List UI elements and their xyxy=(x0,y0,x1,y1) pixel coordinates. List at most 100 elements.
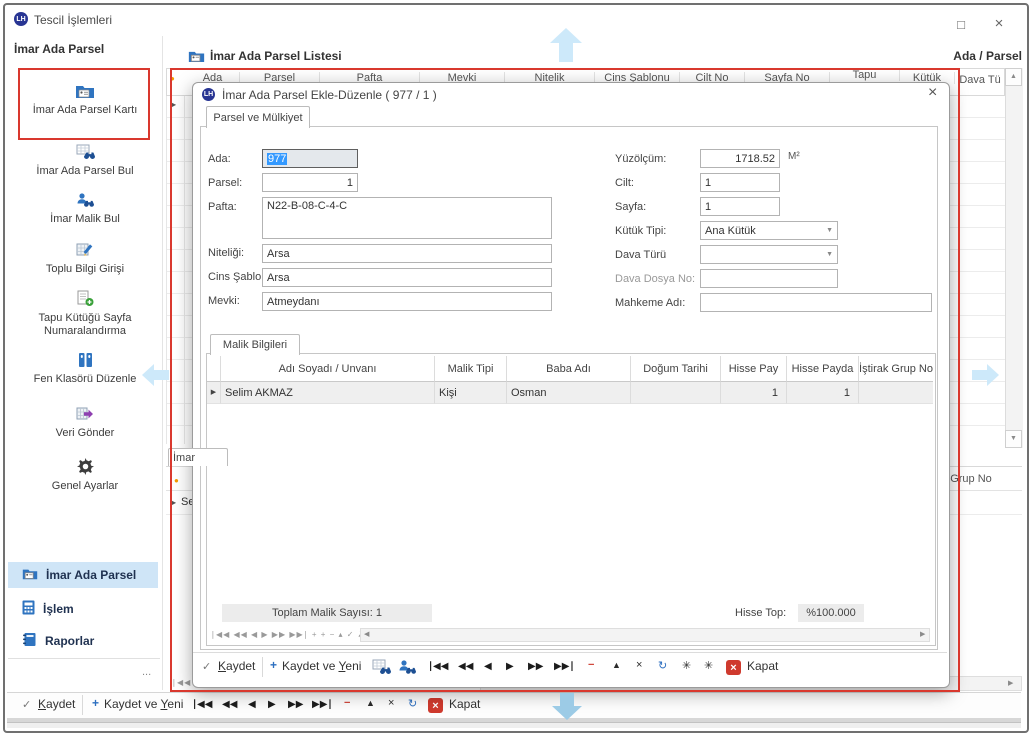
scroll-right-icon[interactable]: ▶ xyxy=(1008,679,1013,687)
malik-column-header[interactable]: Adı Soyadı / Unvanı xyxy=(221,356,435,382)
list-column-header[interactable]: Dava Tü xyxy=(955,74,1005,86)
sidebar-item-imar-ada-parsel-bul[interactable]: İmar Ada Parsel Bul xyxy=(8,144,162,178)
sidebar-item-imar-ada-parsel-karti[interactable]: İmar Ada Parsel Kartı xyxy=(8,84,162,117)
close-button[interactable]: × xyxy=(986,15,1012,33)
close-form-icon[interactable]: × xyxy=(726,660,741,675)
send-data-icon xyxy=(76,409,94,426)
sidebar-item-label: İmar Ada Parsel Bul xyxy=(8,165,162,178)
first-record-button[interactable]: ∣◀◀ xyxy=(192,699,212,710)
cancel-edit-icon[interactable]: × xyxy=(636,659,642,671)
edit-record-icon[interactable]: ▲ xyxy=(366,698,375,708)
maximize-button[interactable]: □ xyxy=(948,16,974,34)
next-record-button[interactable]: ▶ xyxy=(506,661,514,672)
next-record-button[interactable]: ▶ xyxy=(268,699,276,710)
dialog-save-button[interactable]: Kaydet xyxy=(218,659,255,673)
malik-column-header[interactable]: İştirak Grup No xyxy=(859,356,933,382)
prior-record-button[interactable]: ◀ xyxy=(248,699,256,710)
total-malik-count: Toplam Malik Sayısı: 1 xyxy=(222,604,432,622)
save-label: K xyxy=(218,659,226,673)
ada-field[interactable]: 977 xyxy=(262,149,358,168)
refresh-icon[interactable]: ↻ xyxy=(658,659,667,672)
indicator-divider xyxy=(184,96,185,444)
dialog-logo-icon: LH xyxy=(202,88,215,101)
sidebar-nav-islem[interactable]: İşlem xyxy=(8,596,158,622)
field-label-pafta: Pafta: xyxy=(208,201,237,213)
sidebar-item-label: Toplu Bilgi Girişi xyxy=(8,263,162,276)
scroll-left-icon[interactable]: ◀ xyxy=(364,630,369,638)
list-vscrollbar[interactable] xyxy=(1005,68,1023,448)
next-page-button[interactable]: ▶▶ xyxy=(288,699,303,710)
close-form-button[interactable]: Kapat xyxy=(449,697,480,711)
owner-search-icon[interactable] xyxy=(398,659,416,680)
prior-page-button[interactable]: ◀◀ xyxy=(458,661,473,672)
sidebar-more-button[interactable]: ... xyxy=(142,666,151,678)
refresh-icon[interactable]: ↻ xyxy=(408,697,417,710)
prior-record-button[interactable]: ◀ xyxy=(484,661,492,672)
yuzolcum-field[interactable]: 1718.52 xyxy=(700,149,780,168)
malik-cell-payda: 1 xyxy=(787,382,859,404)
kutuk-tipi-combobox[interactable]: Ana Kütük▼ xyxy=(700,221,838,240)
save-label-rest: aydet xyxy=(46,697,75,711)
cins-sablonu-field[interactable]: Arsa xyxy=(262,268,552,287)
next-page-button[interactable]: ▶▶ xyxy=(528,661,543,672)
tab-parsel-ve-mulkiyet[interactable]: Parsel ve Mülkiyet xyxy=(206,106,310,128)
parsel-field[interactable]: 1 xyxy=(262,173,358,192)
malik-column-header[interactable]: Doğum Tarihi xyxy=(631,356,721,382)
sidebar-item-genel-ayarlar[interactable]: Genel Ayarlar xyxy=(8,458,162,493)
sidebar-item-fen-klasoru-duzenle[interactable]: Fen Klasörü Düzenle xyxy=(8,352,162,386)
first-record-button[interactable]: ∣◀◀ xyxy=(428,661,448,672)
sidebar-nav-imar-ada-parsel[interactable]: İmar Ada Parsel xyxy=(8,562,158,588)
last-record-button[interactable]: ▶▶∣ xyxy=(312,699,332,710)
malik-column-header[interactable]: Hisse Payda xyxy=(787,356,859,382)
lower-grid-tab[interactable]: İmar xyxy=(168,448,228,466)
status-bar xyxy=(7,722,1021,728)
dialog-save-and-new-button[interactable]: Kaydet ve Yeni xyxy=(282,659,361,673)
mahkeme-adi-field[interactable] xyxy=(700,293,932,312)
prior-page-button[interactable]: ◀◀ xyxy=(222,699,237,710)
sidebar-separator xyxy=(8,658,160,659)
sidebar-item-imar-malik-bul[interactable]: İmar Malik Bul xyxy=(8,192,162,226)
new-child-record-icon[interactable]: ✳ xyxy=(704,659,713,672)
scroll-right-icon[interactable]: ▶ xyxy=(920,630,925,638)
parcel-search-icon[interactable] xyxy=(372,659,391,680)
sidebar-item-toplu-bilgi-girisi[interactable]: Toplu Bilgi Girişi xyxy=(8,242,162,276)
malik-table-row[interactable]: ▶ Selim AKMAZ Kişi Osman 1 1 xyxy=(207,382,933,404)
save-button[interactable]: Kaydet xyxy=(38,697,75,711)
new-record-icon[interactable]: ✳ xyxy=(682,659,691,672)
bulk-entry-icon xyxy=(76,245,94,262)
scroll-down-icon[interactable]: ▼ xyxy=(1005,430,1022,448)
close-form-icon[interactable]: × xyxy=(428,698,443,713)
sidebar-nav-raporlar[interactable]: Raporlar xyxy=(8,628,158,654)
delete-record-icon[interactable]: − xyxy=(344,697,350,709)
malik-column-header[interactable]: Hisse Pay xyxy=(721,356,787,382)
dialog-close-icon[interactable]: × xyxy=(928,84,937,102)
mevki-field[interactable]: Atmeydanı xyxy=(262,292,552,311)
list-column-header[interactable]: Tapu xyxy=(830,69,900,81)
dava-turu-combobox[interactable]: ▼ xyxy=(700,245,838,264)
last-record-button[interactable]: ▶▶∣ xyxy=(554,661,574,672)
sidebar-item-tapu-kutugu-sayfa-numaralandirma[interactable]: Tapu Kütüğü Sayfa Numaralandırma xyxy=(8,290,162,338)
dava-dosya-no-field[interactable] xyxy=(700,269,838,288)
sayfa-field[interactable]: 1 xyxy=(700,197,780,216)
save-and-new-button[interactable]: Kaydet ve Yeni xyxy=(104,697,183,711)
dialog-close-button[interactable]: Kapat xyxy=(747,659,778,673)
cilt-field[interactable]: 1 xyxy=(700,173,780,192)
pafta-field[interactable]: N22-B-08-C-4-C xyxy=(262,197,552,239)
yuzolcum-unit: M² xyxy=(788,151,800,162)
save-check-icon: ✓ xyxy=(22,698,31,711)
scroll-up-icon[interactable]: ▲ xyxy=(1005,68,1022,86)
malik-column-header[interactable]: Baba Adı xyxy=(507,356,631,382)
save-new-label-rest: eni xyxy=(167,697,183,711)
cancel-edit-icon[interactable]: × xyxy=(388,697,394,709)
field-label-parsel: Parsel: xyxy=(208,177,242,189)
delete-record-icon[interactable]: − xyxy=(588,659,594,671)
niteligi-field[interactable]: Arsa xyxy=(262,244,552,263)
edit-record-icon[interactable]: ▲ xyxy=(612,660,621,670)
malik-hscrollbar[interactable] xyxy=(360,628,930,642)
malik-grid-navigator[interactable]: ∣◀◀ ◀◀ ◀ ▶ ▶▶ ▶▶∣ + + − ▴ ✓ ✗ ↻ xyxy=(211,630,376,639)
save-new-label: Kaydet ve xyxy=(104,697,160,711)
sidebar-item-veri-gonder[interactable]: Veri Gönder xyxy=(8,406,162,440)
save-new-plus-icon: + xyxy=(270,658,277,672)
malik-column-header[interactable]: Malik Tipi xyxy=(435,356,507,382)
tab-malik-bilgileri[interactable]: Malik Bilgileri xyxy=(210,334,300,355)
